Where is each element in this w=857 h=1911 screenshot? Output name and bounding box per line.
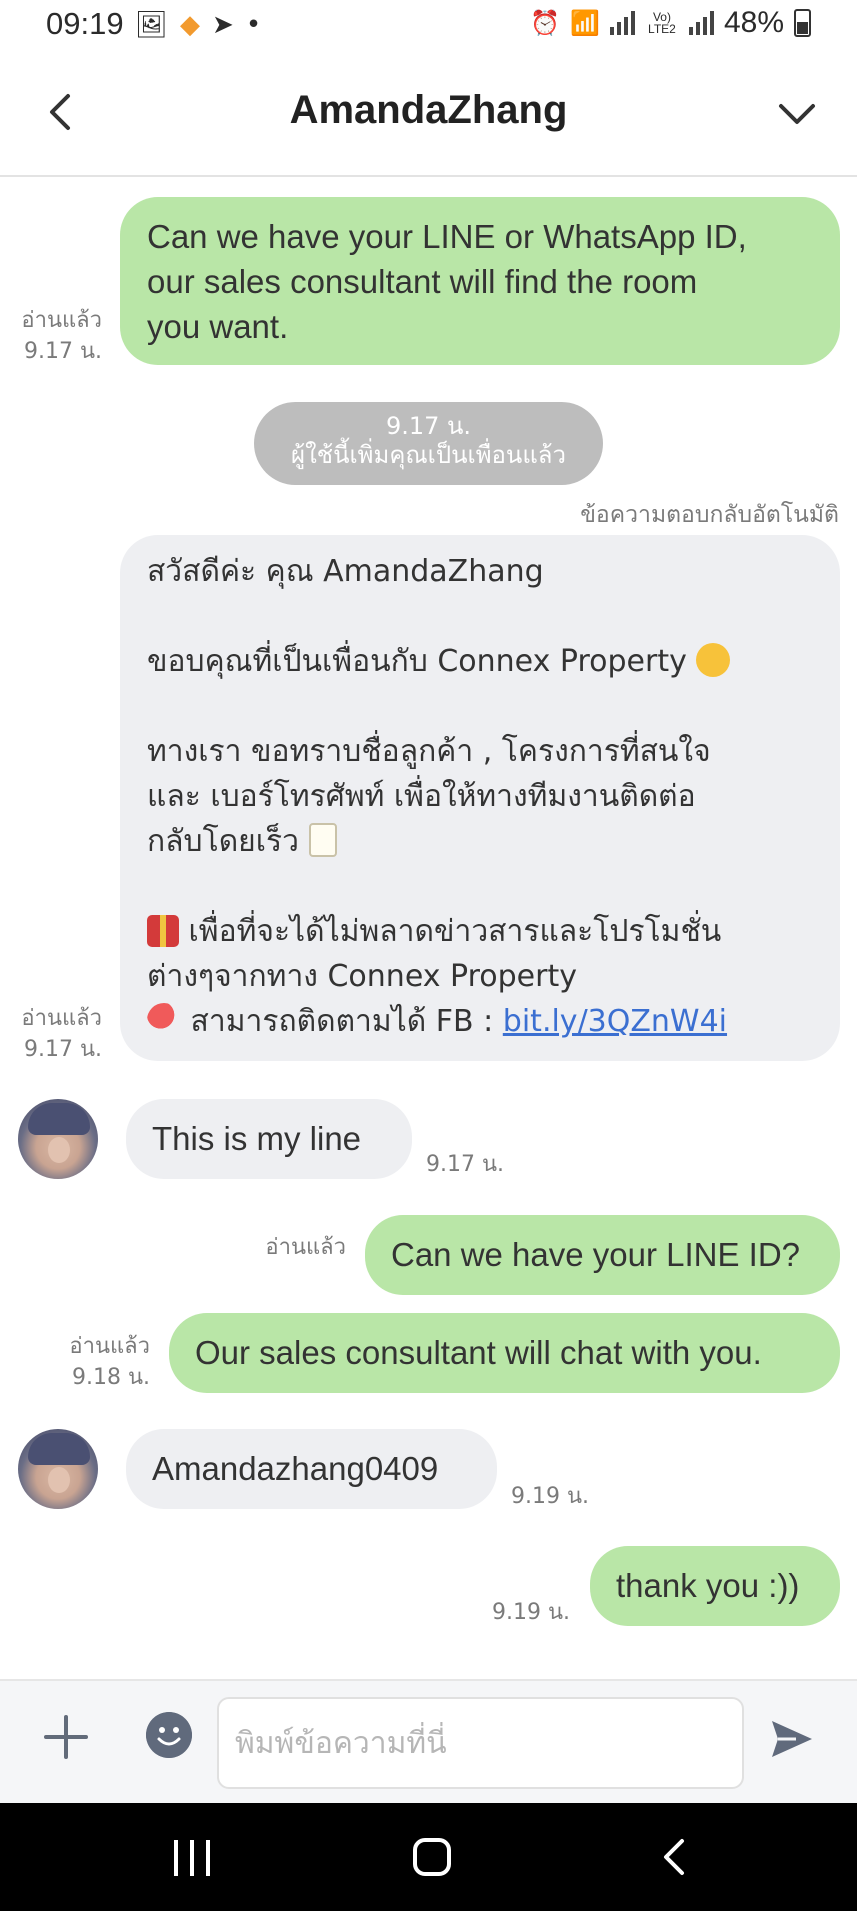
message-text: Amandazhang0409: [152, 1450, 439, 1487]
message-text: ขอบคุณที่เป็นเพื่อนกับ Connex Property: [147, 644, 687, 679]
message-meta: อ่านแล้ว 9.18 น.: [50, 1331, 150, 1393]
message-text: Can we have your LINE ID?: [391, 1236, 801, 1273]
message-time: 9.17 น.: [23, 339, 102, 364]
read-status: อ่านแล้ว: [21, 1006, 102, 1031]
send-icon[interactable]: [768, 1715, 816, 1763]
signal-icon: [609, 11, 635, 35]
message-bubble[interactable]: This is my line: [126, 1099, 412, 1179]
status-bar: 09:19 🖼 ◆ ➤ • ⏰ 📶 Vo) LTE2 48%: [0, 0, 857, 52]
message-bubble[interactable]: Amandazhang0409: [126, 1429, 497, 1509]
chevron-down-icon[interactable]: [775, 92, 819, 136]
message-time: 9.18 น.: [71, 1365, 150, 1390]
battery-icon: [794, 9, 811, 37]
read-status: อ่านแล้ว: [69, 1334, 150, 1359]
status-time: 09:19: [46, 6, 124, 41]
home-icon[interactable]: [413, 1838, 451, 1876]
message-bubble[interactable]: Our sales consultant will chat with you.: [169, 1313, 840, 1393]
notification-icons: 🖼 ◆ ➤ •: [135, 10, 261, 40]
message-text: สวัสดีค่ะ คุณ AmandaZhang: [147, 554, 544, 589]
back-nav-icon[interactable]: [656, 1837, 696, 1877]
alarm-icon: ⏰: [530, 9, 561, 37]
message-input[interactable]: [217, 1697, 744, 1789]
message-text: Our sales consultant will chat with you.: [195, 1334, 762, 1371]
message-text: ทางเรา ขอทราบชื่อลูกค้า , โครงการที่สนใจ: [147, 734, 711, 769]
status-right: ⏰ 📶 Vo) LTE2 48%: [530, 6, 811, 40]
message-text: สามารถติดตามได้ FB :: [190, 1004, 503, 1039]
message-time: 9.17 น.: [23, 1037, 102, 1062]
message-bubble[interactable]: Can we have your LINE or WhatsApp ID, ou…: [120, 197, 840, 365]
message-bubble[interactable]: thank you :)): [590, 1546, 840, 1626]
gift-emoji-icon: [147, 915, 179, 947]
battery-percent: 48%: [723, 6, 784, 39]
chat-area[interactable]: อ่านแล้ว 9.17 น. Can we have your LINE o…: [0, 177, 857, 1679]
smile-emoji-icon: [696, 643, 731, 677]
message-text: Can we have your LINE or WhatsApp ID,: [147, 218, 747, 255]
more-dot-icon: •: [245, 10, 262, 40]
gallery-icon: 🖼: [135, 10, 169, 40]
message-bubble[interactable]: Can we have your LINE ID?: [365, 1215, 840, 1295]
emoji-icon[interactable]: [146, 1712, 192, 1758]
auto-reply-bubble[interactable]: สวัสดีค่ะ คุณ AmandaZhang ขอบคุณที่เป็นเ…: [120, 535, 840, 1061]
message-text: กลับโดยเร็ว: [147, 824, 299, 859]
plus-icon[interactable]: [40, 1711, 92, 1763]
system-time: 9.17 น.: [385, 412, 472, 440]
system-nav-bar: [0, 1803, 857, 1911]
auto-reply-label: ข้อความตอบกลับอัตโนมัติ: [580, 502, 839, 528]
message-text: you want.: [147, 308, 289, 345]
avatar[interactable]: [18, 1429, 98, 1509]
message-text: our sales consultant will find the room: [147, 263, 698, 300]
message-time: 9.19 น.: [491, 1600, 570, 1625]
send-notification-icon: ➤: [212, 10, 234, 40]
recent-apps-icon[interactable]: [174, 1840, 210, 1876]
message-input-bar: [0, 1679, 857, 1803]
message-meta: อ่านแล้ว 9.17 น.: [14, 1003, 102, 1065]
message-text: ต่างๆจากทาง Connex Property: [147, 959, 577, 994]
avatar[interactable]: [18, 1099, 98, 1179]
message-time: 9.19 น.: [511, 1484, 590, 1509]
chat-title: AmandaZhang: [289, 88, 568, 132]
message-meta: อ่านแล้ว 9.17 น.: [14, 305, 102, 367]
app-notification-icon: ◆: [180, 10, 201, 40]
read-status: อ่านแล้ว: [21, 308, 102, 333]
wifi-icon: 📶: [570, 9, 600, 37]
signal-icon-2: [688, 11, 714, 35]
system-text: ผู้ใช้นี้เพิ่มคุณเป็นเพื่อนแล้ว: [291, 441, 566, 469]
chat-header: AmandaZhang: [0, 52, 857, 177]
pin-emoji-icon: [147, 1003, 181, 1037]
read-status: อ่านแล้ว: [265, 1235, 346, 1260]
message-text: thank you :)): [616, 1567, 800, 1604]
facebook-link[interactable]: bit.ly/3QZnW4i: [503, 1004, 727, 1039]
network-label: Vo) LTE2: [648, 10, 676, 36]
message-text: This is my line: [152, 1120, 362, 1157]
message-time: 9.17 น.: [426, 1152, 505, 1177]
message-text: เพื่อที่จะได้ไม่พลาดข่าวสารและโปรโมชั่น: [188, 914, 722, 949]
system-notice: 9.17 น. ผู้ใช้นี้เพิ่มคุณเป็นเพื่อนแล้ว: [254, 402, 603, 485]
message-text: และ เบอร์โทรศัพท์ เพื่อให้ทางทีมงานติดต่…: [147, 779, 696, 814]
memo-emoji-icon: [308, 823, 337, 857]
